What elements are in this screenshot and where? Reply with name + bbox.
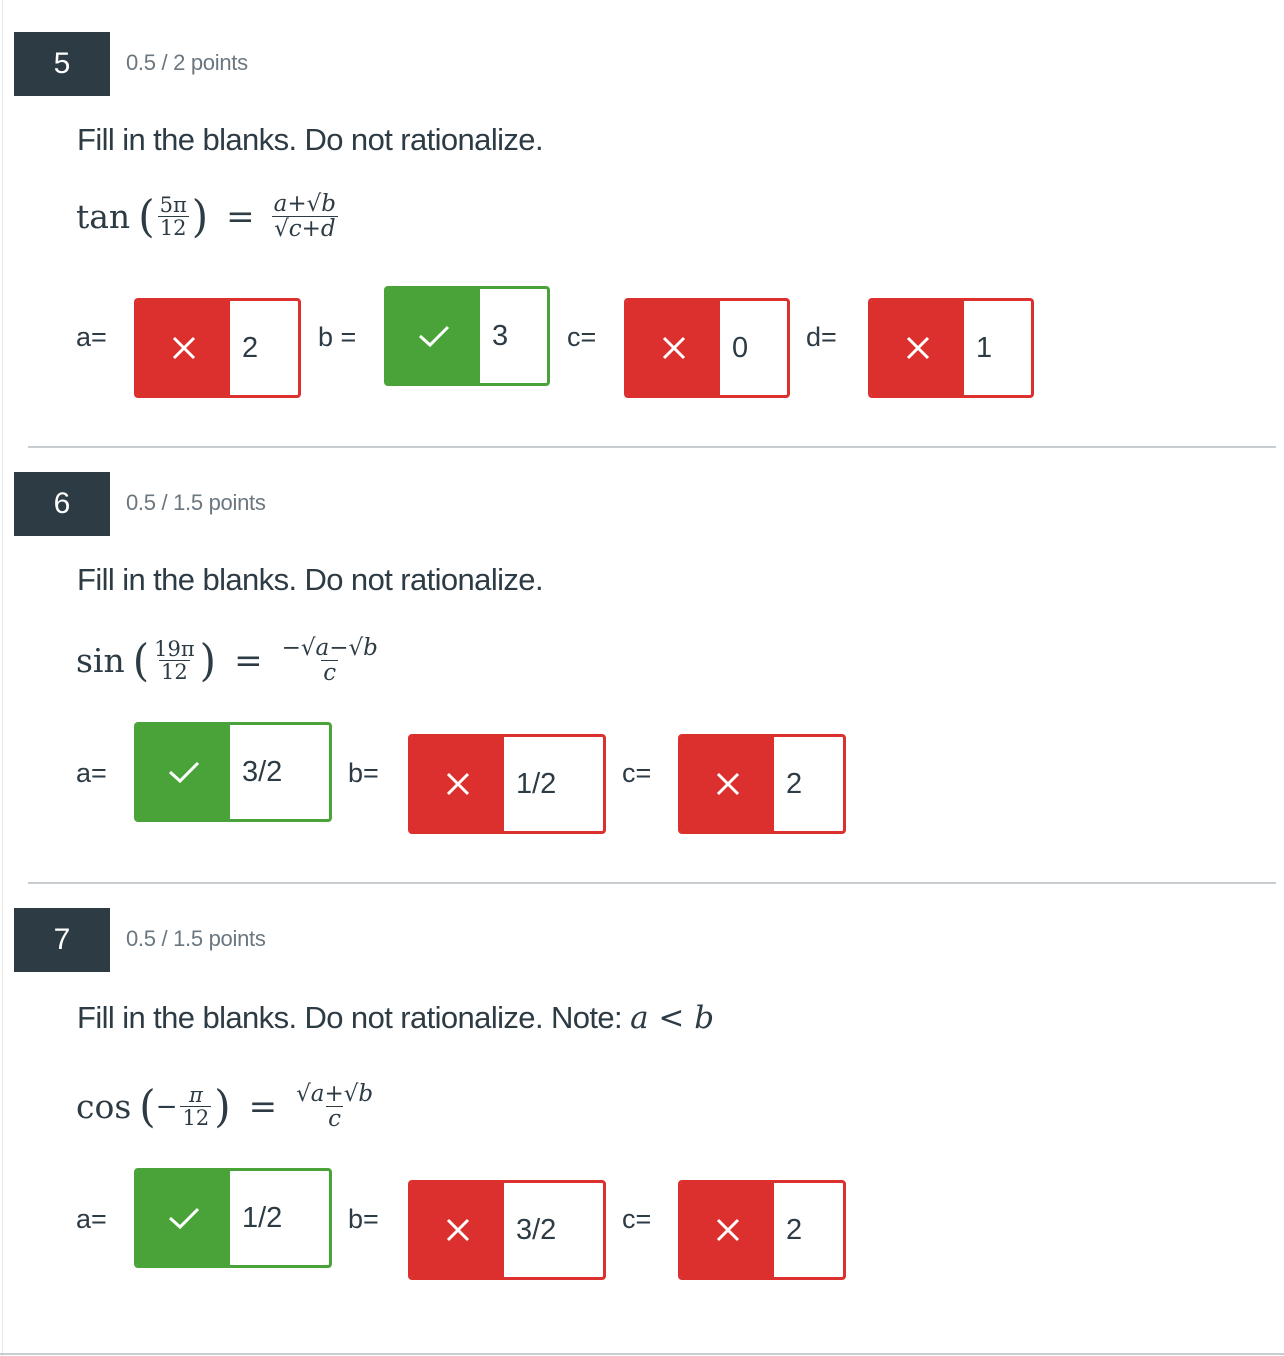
- question-divider: [28, 446, 1276, 448]
- open-paren: (: [138, 190, 155, 242]
- fraction-denominator: 12: [159, 660, 190, 685]
- minus-sign: −: [155, 1091, 178, 1122]
- rhs-fraction: a+√b √c+d: [272, 192, 338, 241]
- question-number: 5: [14, 32, 110, 96]
- answer-box-c[interactable]: 0: [624, 298, 790, 398]
- fraction-numerator: a+√b: [273, 191, 337, 217]
- open-paren: (: [139, 1080, 156, 1132]
- x-icon: [411, 737, 504, 831]
- x-icon: [681, 737, 774, 831]
- answer-value: 0: [732, 331, 749, 364]
- open-paren: (: [132, 634, 150, 686]
- rhs-fraction: √a+√b c: [294, 1082, 375, 1131]
- close-paren: ): [191, 190, 209, 242]
- argument-fraction: 5π 12: [157, 193, 189, 241]
- fraction-denominator: √c+d: [272, 216, 338, 243]
- fraction-numerator: −√a−√b: [281, 635, 378, 661]
- x-icon: [871, 301, 964, 395]
- equation: cos ( − π 12 ) = √a+√b c: [76, 1082, 378, 1131]
- fraction-numerator: 19π: [154, 637, 195, 662]
- x-icon: [137, 301, 230, 395]
- answer-label-a: a=: [76, 1204, 107, 1234]
- fraction-numerator: π: [188, 1083, 203, 1108]
- answer-label-c: c=: [567, 322, 597, 352]
- prompt-text: Fill in the blanks. Do not rationalize. …: [77, 1000, 623, 1035]
- frame-edge: [0, 1353, 1284, 1355]
- argument-fraction: π 12: [180, 1083, 212, 1131]
- fraction-denominator: c: [321, 660, 339, 687]
- answer-value: 2: [786, 767, 803, 800]
- question-prompt: Fill in the blanks. Do not rationalize.: [77, 122, 544, 157]
- answer-box-b[interactable]: 1/2: [408, 734, 606, 834]
- x-icon: [627, 301, 720, 395]
- question-prompt: Fill in the blanks. Do not rationalize. …: [77, 1000, 714, 1036]
- check-icon: [137, 725, 230, 819]
- answer-box-d[interactable]: 1: [868, 298, 1034, 398]
- x-icon: [411, 1183, 504, 1277]
- points-score: 0.5 / 1.5 points: [126, 490, 266, 515]
- fraction-denominator: 12: [180, 1106, 212, 1131]
- answer-box-b[interactable]: 3: [384, 286, 550, 386]
- answer-label-d: d=: [806, 322, 837, 352]
- close-paren: ): [199, 634, 217, 686]
- fraction-numerator: √a+√b: [296, 1081, 374, 1107]
- answer-label-a: a=: [76, 322, 107, 352]
- function-name: tan: [76, 197, 131, 237]
- check-icon: [137, 1171, 230, 1265]
- answer-box-b[interactable]: 3/2: [408, 1180, 606, 1280]
- question-prompt: Fill in the blanks. Do not rationalize.: [77, 562, 544, 597]
- equals-sign: =: [226, 196, 255, 237]
- close-paren: ): [214, 1080, 231, 1132]
- function-name: cos: [76, 1087, 132, 1127]
- check-icon: [387, 289, 480, 383]
- answer-value: 3/2: [242, 755, 283, 788]
- answer-value: 3/2: [516, 1213, 557, 1246]
- fraction-denominator: c: [326, 1106, 344, 1133]
- frame-edge: [2, 0, 3, 1356]
- answer-value: 1/2: [242, 1201, 283, 1234]
- equals-sign: =: [248, 1086, 278, 1127]
- points-score: 0.5 / 1.5 points: [126, 926, 266, 951]
- question-number: 7: [14, 908, 110, 972]
- equation: tan ( 5π 12 ) = a+√b √c+d: [76, 192, 341, 241]
- fraction-numerator: 5π: [159, 193, 187, 218]
- answer-box-c[interactable]: 2: [678, 1180, 846, 1280]
- function-name: sin: [76, 641, 125, 681]
- rhs-fraction: −√a−√b c: [280, 636, 380, 685]
- equation: sin ( 19π 12 ) = −√a−√b c: [76, 636, 383, 685]
- equals-sign: =: [234, 640, 263, 681]
- answer-value: 2: [242, 331, 259, 364]
- answer-label-c: c=: [622, 1204, 652, 1234]
- answer-value: 1: [976, 331, 993, 364]
- answer-value: 1/2: [516, 767, 557, 800]
- answer-label-b: b=: [348, 758, 379, 788]
- answer-value: 3: [492, 319, 509, 352]
- answer-box-a[interactable]: 3/2: [134, 722, 332, 822]
- question-divider: [28, 882, 1276, 884]
- points-score: 0.5 / 2 points: [126, 50, 248, 75]
- answer-label-c: c=: [622, 758, 652, 788]
- answer-box-a[interactable]: 1/2: [134, 1168, 332, 1268]
- argument-fraction: 19π 12: [152, 638, 197, 683]
- answer-box-c[interactable]: 2: [678, 734, 846, 834]
- answer-label-b: b =: [318, 322, 357, 352]
- answer-value: 2: [786, 1213, 803, 1246]
- x-icon: [681, 1183, 774, 1277]
- answer-box-a[interactable]: 2: [134, 298, 301, 398]
- question-number: 6: [14, 472, 110, 536]
- prompt-math: a < b: [630, 1000, 715, 1036]
- answer-label-b: b=: [348, 1204, 379, 1234]
- answer-label-a: a=: [76, 758, 107, 788]
- fraction-denominator: 12: [157, 216, 189, 241]
